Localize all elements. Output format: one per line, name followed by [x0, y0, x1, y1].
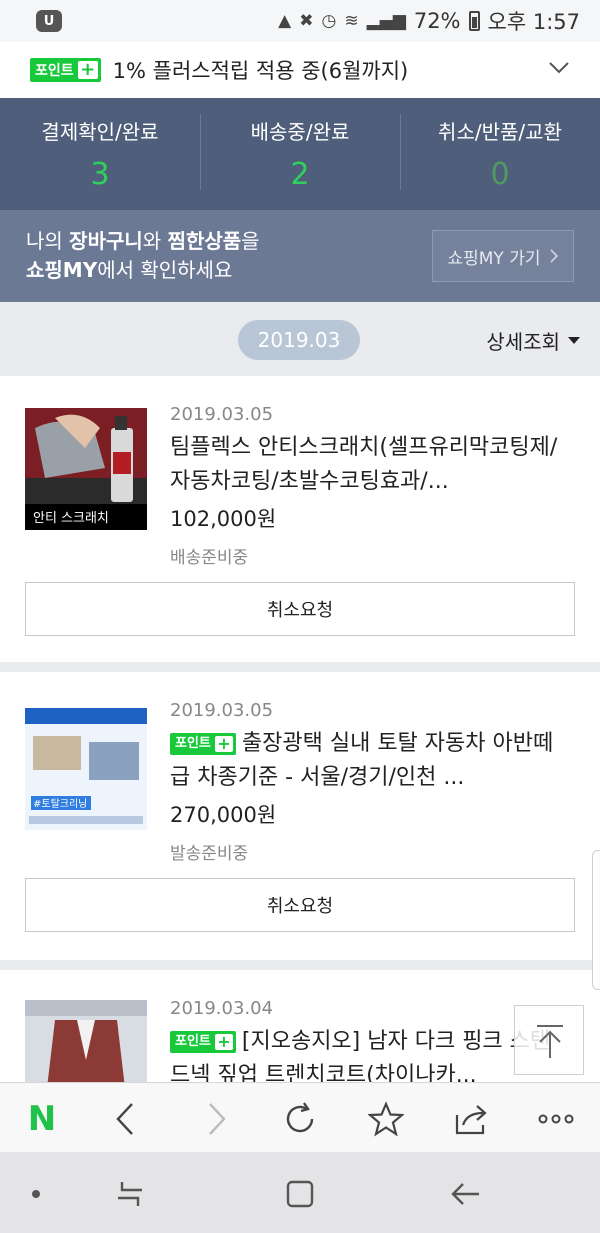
- browser-toolbar: N: [0, 1082, 600, 1152]
- product-title[interactable]: 팀플렉스 안티스크래치(셀프유리막코팅제/자동차코팅/초발수코팅효과/...: [170, 431, 570, 499]
- status-bar: U ▲ ✖ ◷ ≋ ▂▄▆ 72% 오후 1:57: [0, 0, 600, 42]
- signal-icon: ▂▄▆: [366, 11, 406, 31]
- product-thumbnail[interactable]: #토탈크리닝: [25, 708, 147, 830]
- point-plus-badge: 포인트 +: [170, 733, 236, 755]
- shopping-my-text-bold: 쇼핑MY: [26, 258, 98, 282]
- battery-icon: [468, 11, 480, 31]
- thumbnail-caption: #토탈크리닝: [33, 797, 87, 810]
- text-part: 에서 확인하세요: [97, 258, 233, 282]
- order-date: 2019.03.05: [170, 700, 274, 721]
- recent-apps-icon[interactable]: [110, 1174, 150, 1214]
- chevron-down-icon[interactable]: [548, 56, 570, 78]
- shopping-my-button[interactable]: 쇼핑MY 가기: [432, 230, 574, 282]
- cart-text: 장바구니: [69, 229, 143, 253]
- product-price: 270,000원: [170, 803, 277, 827]
- detail-search-label: 상세조회: [486, 330, 560, 354]
- status-label: 결제확인/완료: [41, 120, 159, 144]
- order-info[interactable]: 2019.03.05 팀플렉스 안티스크래치(셀프유리막코팅제/자동차코팅/초발…: [170, 404, 570, 568]
- lock-icon: ▲: [278, 11, 292, 31]
- point-badge-label: 포인트: [175, 736, 211, 751]
- bookmark-star-icon[interactable]: [366, 1099, 406, 1139]
- product-title[interactable]: 포인트 + [지오송지오] 남자 다크 핑크 스탠드넥 짚업 트렌치코트(차이나…: [170, 1025, 570, 1082]
- order-card: #토탈크리닝 2019.03.05 포인트 + 출장광택 실내 토탈 자동차 아…: [0, 672, 600, 960]
- status-count: 0: [490, 157, 510, 192]
- order-card: 안티 스크래치 2019.03.05 팀플렉스 안티스크래치(셀프유리막코팅제/…: [0, 376, 600, 662]
- scroll-to-top-button[interactable]: [514, 1005, 584, 1075]
- edge-panel-handle[interactable]: [592, 850, 600, 990]
- month-filter-bar: 2019.03 상세조회: [0, 302, 600, 376]
- alarm-icon: ◷: [321, 11, 337, 31]
- order-state: 발송준비중: [170, 844, 249, 864]
- shopping-my-panel: 나의 장바구니와 찜한상품을 쇼핑MY에서 확인하세요 쇼핑MY 가기: [0, 210, 600, 302]
- order-date: 2019.03.04: [170, 998, 274, 1019]
- status-count: 2: [290, 157, 310, 192]
- app-notification-icon: U: [36, 10, 62, 32]
- text-part: 나의: [26, 229, 70, 253]
- detail-search-button[interactable]: 상세조회: [486, 326, 580, 355]
- status-count: 3: [90, 157, 110, 192]
- order-state: 배송준비중: [170, 548, 249, 568]
- share-icon[interactable]: [452, 1099, 492, 1139]
- point-badge-label: 포인트: [175, 1034, 211, 1049]
- cancel-request-button[interactable]: 취소요청: [25, 582, 575, 636]
- refresh-icon[interactable]: [280, 1099, 320, 1139]
- point-plus-badge: 포인트 +: [170, 1031, 236, 1053]
- status-label: 취소/반품/교환: [438, 120, 562, 144]
- product-price: 102,000원: [170, 507, 277, 531]
- back-icon[interactable]: [106, 1099, 146, 1139]
- forward-icon[interactable]: [196, 1099, 236, 1139]
- more-icon[interactable]: [536, 1099, 576, 1139]
- thumbnail-caption: 안티 스크래치: [33, 511, 109, 526]
- system-nav-bar: [0, 1152, 600, 1233]
- order-date: 2019.03.05: [170, 404, 274, 425]
- naver-logo[interactable]: N: [22, 1099, 62, 1139]
- wishlist-text: 찜한상품: [167, 229, 242, 253]
- point-plus-badge: 포인트 +: [30, 58, 101, 82]
- caret-down-icon: [568, 337, 580, 344]
- cancel-request-button[interactable]: 취소요청: [25, 878, 575, 932]
- status-icons: ▲ ✖ ◷ ≋ ▂▄▆ 72% 오후 1:57: [278, 6, 580, 36]
- month-label: 2019.03: [238, 320, 360, 360]
- status-paid[interactable]: 결제확인/완료 3: [0, 98, 200, 210]
- plus-icon: +: [77, 61, 98, 79]
- product-thumbnail[interactable]: [25, 1000, 147, 1082]
- mute-icon: ✖: [299, 11, 314, 31]
- product-thumbnail[interactable]: 안티 스크래치: [25, 408, 147, 530]
- dot-icon[interactable]: [16, 1174, 56, 1214]
- status-cancel-return[interactable]: 취소/반품/교환 0: [400, 98, 600, 210]
- point-banner[interactable]: 포인트 + 1% 플러스적립 적용 중(6월까지): [0, 42, 600, 98]
- order-status-panel: 결제확인/완료 3 배송중/완료 2 취소/반품/교환 0: [0, 98, 600, 210]
- text-part: 와: [142, 229, 168, 253]
- shopping-my-button-label: 쇼핑MY 가기: [447, 248, 541, 269]
- point-badge-label: 포인트: [35, 63, 74, 79]
- back-nav-icon[interactable]: [446, 1174, 486, 1214]
- clock: 오후 1:57: [487, 10, 580, 34]
- wifi-icon: ≋: [344, 11, 359, 31]
- point-banner-text: 1% 플러스적립 적용 중(6월까지): [112, 59, 409, 83]
- product-title[interactable]: 포인트 + 출장광택 실내 토탈 자동차 아반떼급 차종기준 - 서울/경기/인…: [170, 727, 570, 795]
- text-part: 을: [241, 229, 260, 253]
- battery-percent: 72%: [413, 9, 461, 33]
- home-icon[interactable]: [280, 1174, 320, 1214]
- order-card: 2019.03.04 포인트 + [지오송지오] 남자 다크 핑크 스탠드넥 짚…: [0, 970, 600, 1082]
- status-shipping[interactable]: 배송중/완료 2: [200, 98, 400, 210]
- plus-icon: +: [214, 736, 233, 752]
- order-info[interactable]: 2019.03.04 포인트 + [지오송지오] 남자 다크 핑크 스탠드넥 짚…: [170, 998, 570, 1082]
- status-label: 배송중/완료: [250, 120, 350, 144]
- order-info[interactable]: 2019.03.05 포인트 + 출장광택 실내 토탈 자동차 아반떼급 차종기…: [170, 700, 570, 864]
- plus-icon: +: [214, 1034, 233, 1050]
- shopping-my-text: 나의 장바구니와 찜한상품을 쇼핑MY에서 확인하세요: [26, 227, 260, 285]
- arrow-up-icon: [537, 1025, 563, 1058]
- chevron-right-icon: [549, 249, 558, 263]
